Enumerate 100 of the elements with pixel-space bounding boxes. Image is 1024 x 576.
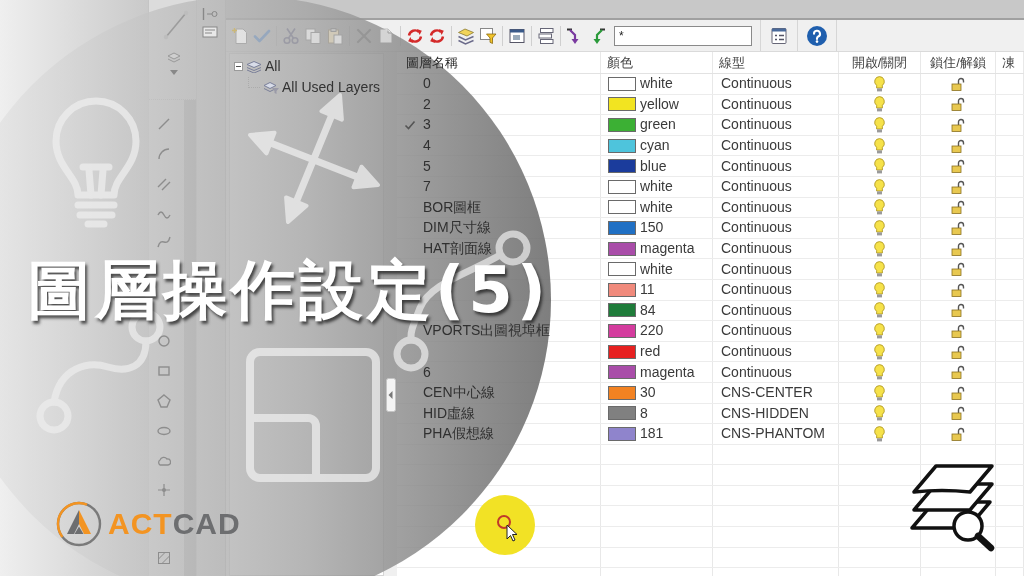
panel-icon[interactable] — [202, 26, 218, 38]
open-lock-icon[interactable] — [951, 118, 965, 132]
swatch-icon[interactable] — [608, 138, 636, 153]
help-icon[interactable] — [807, 25, 827, 46]
filter-tree-item[interactable]: All — [265, 56, 281, 77]
swatch-icon[interactable] — [608, 200, 636, 215]
swap-arrows-icon[interactable] — [406, 26, 424, 45]
layer-name[interactable]: 0 — [423, 76, 431, 92]
lightbulb-icon[interactable] — [874, 240, 885, 257]
lightbulb-icon[interactable] — [874, 302, 885, 319]
layer-name[interactable]: 7 — [423, 179, 431, 195]
collapse-icon[interactable] — [234, 62, 243, 71]
ellipse-icon[interactable] — [157, 424, 171, 438]
stack-icon[interactable] — [537, 26, 555, 45]
open-lock-icon[interactable] — [951, 138, 965, 153]
swatch-icon[interactable] — [608, 159, 636, 174]
circle-icon[interactable] — [157, 334, 171, 348]
swatch-icon[interactable] — [608, 220, 636, 235]
swatch-icon[interactable] — [608, 179, 636, 194]
polygon-icon[interactable] — [157, 394, 171, 408]
open-lock-icon[interactable] — [951, 97, 965, 112]
lightbulb-icon[interactable] — [874, 384, 885, 401]
open-lock-icon[interactable] — [951, 200, 965, 215]
cloud-icon[interactable] — [157, 454, 171, 468]
lightbulb-icon[interactable] — [874, 364, 885, 381]
list-icon[interactable] — [770, 26, 788, 45]
layer-name[interactable]: DIM尺寸線 — [423, 220, 491, 236]
open-lock-icon[interactable] — [951, 241, 965, 256]
parallel-lines-icon[interactable] — [157, 177, 171, 191]
layer-name[interactable]: CEN中心線 — [423, 385, 495, 401]
open-lock-icon[interactable] — [951, 76, 965, 91]
layer-name[interactable]: BOR圖框 — [423, 199, 482, 215]
open-lock-icon[interactable] — [951, 303, 965, 318]
window-icon[interactable] — [508, 26, 526, 45]
swatch-icon[interactable] — [608, 303, 636, 318]
lightbulb-icon[interactable] — [874, 425, 885, 442]
layer-name[interactable]: 4 — [423, 138, 431, 154]
point-icon[interactable] — [157, 483, 171, 497]
column-header[interactable]: 線型 — [719, 55, 745, 70]
swatch-icon[interactable] — [608, 323, 636, 338]
layer-name[interactable]: VPORTS出圖視埠框 — [423, 323, 551, 339]
column-header[interactable]: 圖層名稱 — [406, 55, 458, 70]
swatch-icon[interactable] — [608, 406, 636, 421]
lightbulb-icon[interactable] — [874, 158, 885, 175]
layer-name[interactable]: 2 — [423, 96, 431, 112]
swatch-icon[interactable] — [608, 344, 636, 359]
swatch-icon[interactable] — [608, 76, 636, 91]
filter-tree-item[interactable]: All Used Layers — [282, 77, 381, 98]
lightbulb-icon[interactable] — [874, 178, 885, 195]
open-lock-icon[interactable] — [951, 365, 965, 380]
swatch-icon[interactable] — [608, 426, 636, 441]
swatch-icon[interactable] — [608, 385, 636, 400]
layer-name[interactable]: 5 — [423, 158, 431, 174]
swatch-icon[interactable] — [608, 282, 636, 297]
layer-name[interactable]: PHA假想線 — [423, 426, 494, 442]
open-lock-icon[interactable] — [951, 426, 965, 441]
open-lock-icon[interactable] — [951, 385, 965, 400]
caret-icon[interactable] — [170, 70, 178, 75]
column-header[interactable]: 凍 — [1002, 55, 1015, 70]
open-lock-icon[interactable] — [951, 344, 965, 359]
column-header[interactable]: 顏色 — [607, 55, 633, 70]
hatch-icon[interactable] — [157, 551, 171, 565]
collapse-panel-icon[interactable] — [385, 378, 396, 412]
open-lock-icon[interactable] — [951, 220, 965, 235]
swatch-icon[interactable] — [608, 365, 636, 380]
open-lock-icon[interactable] — [951, 179, 965, 194]
lightbulb-icon[interactable] — [874, 405, 885, 422]
column-header[interactable]: 開啟/關閉 — [851, 55, 908, 70]
swatch-icon[interactable] — [608, 97, 636, 112]
filter-field[interactable]: * — [614, 25, 752, 46]
document-icon[interactable] — [377, 26, 395, 45]
dimension-icon[interactable] — [202, 8, 218, 20]
layer-name[interactable]: HID虛線 — [423, 405, 476, 421]
lightbulb-icon[interactable] — [874, 137, 885, 154]
open-lock-icon[interactable] — [951, 262, 965, 277]
layer-name[interactable]: HAT剖面線 — [423, 241, 492, 257]
lightbulb-icon[interactable] — [874, 96, 885, 113]
lightbulb-icon[interactable] — [874, 343, 885, 360]
lightbulb-icon[interactable] — [874, 75, 885, 92]
funnel-icon[interactable] — [479, 26, 497, 45]
open-lock-icon[interactable] — [951, 323, 965, 338]
swap-arrows-icon[interactable] — [428, 26, 446, 45]
column-header[interactable]: 鎖住/解鎖 — [930, 55, 986, 70]
layer-name[interactable]: 6 — [423, 364, 431, 380]
lightbulb-icon[interactable] — [874, 117, 885, 133]
layer-name[interactable]: 3 — [423, 117, 431, 133]
lightbulb-icon[interactable] — [874, 322, 885, 339]
swatch-icon[interactable] — [608, 118, 636, 132]
lightbulb-icon[interactable] — [874, 281, 885, 298]
layers-icon[interactable] — [457, 26, 475, 45]
curve-icon[interactable] — [157, 235, 171, 249]
open-lock-icon[interactable] — [951, 282, 965, 297]
swatch-icon[interactable] — [608, 262, 636, 277]
lightbulb-icon[interactable] — [874, 261, 885, 278]
lightbulb-icon[interactable] — [874, 219, 885, 236]
lightbulb-icon[interactable] — [874, 199, 885, 216]
arc-icon[interactable] — [157, 147, 171, 161]
open-lock-icon[interactable] — [951, 159, 965, 174]
swatch-icon[interactable] — [608, 241, 636, 256]
open-lock-icon[interactable] — [951, 406, 965, 421]
